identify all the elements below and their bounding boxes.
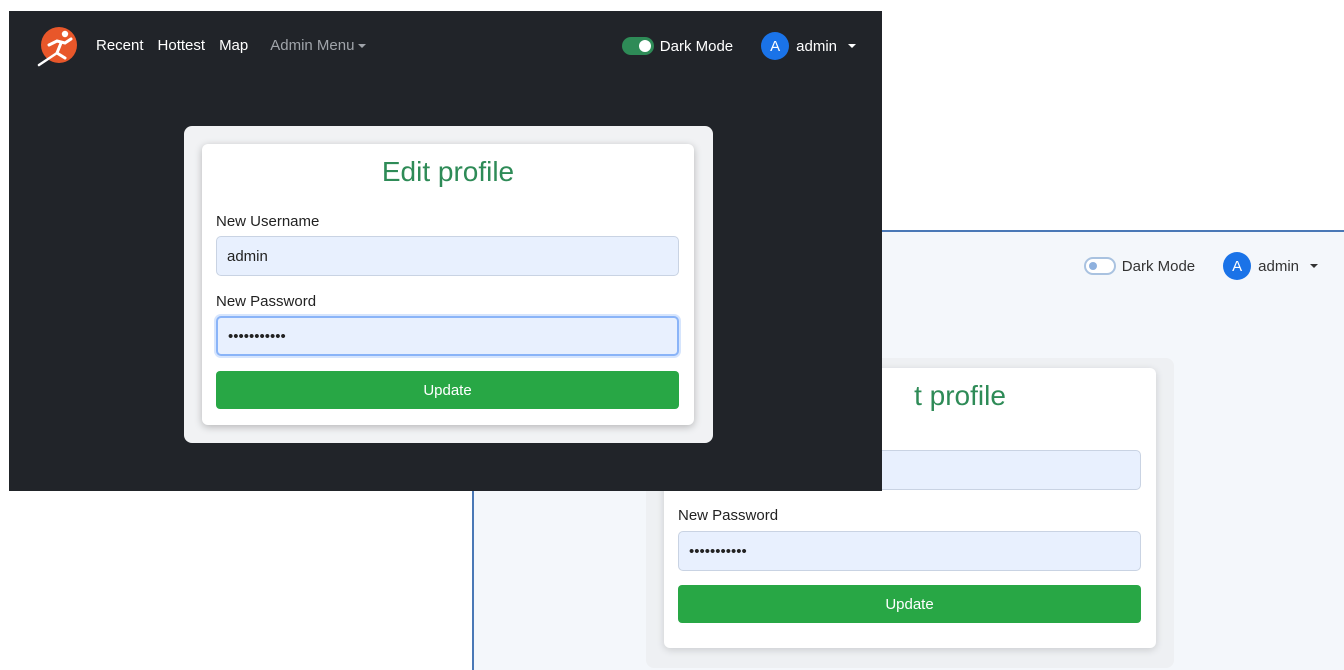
user-name: admin [796,37,837,55]
avatar: A [761,32,790,60]
admin-menu-dropdown[interactable]: Admin Menu [270,37,367,54]
page-title: Edit profile [381,156,515,187]
runner-logo-icon[interactable] [35,25,79,69]
update-button[interactable]: Update [678,585,1141,623]
dark-mode-label: Dark Mode [1121,257,1196,275]
nav-link-map[interactable]: Map [219,37,248,54]
dark-mode-label: Dark Mode [659,37,734,55]
username-input[interactable] [216,236,679,276]
toggle-switch-icon[interactable] [621,37,654,55]
dark-mode-window: Recent Hottest Map Admin Menu Dark Mode … [9,11,882,491]
navbar: Recent Hottest Map Admin Menu Dark Mode … [9,11,882,79]
admin-menu-label: Admin Menu [270,37,355,54]
caret-down-icon [1310,264,1318,268]
nav-link-hottest[interactable]: Hottest [158,37,206,54]
user-name: admin [1258,257,1299,275]
light-navbar-right: Dark Mode A admin [1083,252,1318,280]
nav-link-recent[interactable]: Recent [96,37,144,54]
nav-links: Recent Hottest Map Admin Menu [96,37,367,54]
caret-down-icon [358,43,367,48]
update-button[interactable]: Update [216,371,679,409]
light-user-menu[interactable]: A admin [1223,252,1318,280]
toggle-switch-icon[interactable] [1083,257,1116,275]
avatar: A [1223,252,1252,280]
username-label: New Username [216,213,320,230]
dark-mode-toggle[interactable]: Dark Mode [621,37,734,55]
password-input[interactable] [216,316,679,356]
password-input[interactable] [678,531,1141,571]
card-container: Edit profile New Username New Password U… [184,126,713,443]
light-dark-mode-toggle[interactable]: Dark Mode [1083,257,1196,275]
caret-down-icon [848,44,856,48]
edit-profile-card: Edit profile New Username New Password U… [202,144,694,425]
password-label: New Password [678,507,779,524]
user-menu[interactable]: A admin [761,32,856,60]
password-label: New Password [216,293,317,310]
navbar-right: Dark Mode A admin [621,32,856,60]
